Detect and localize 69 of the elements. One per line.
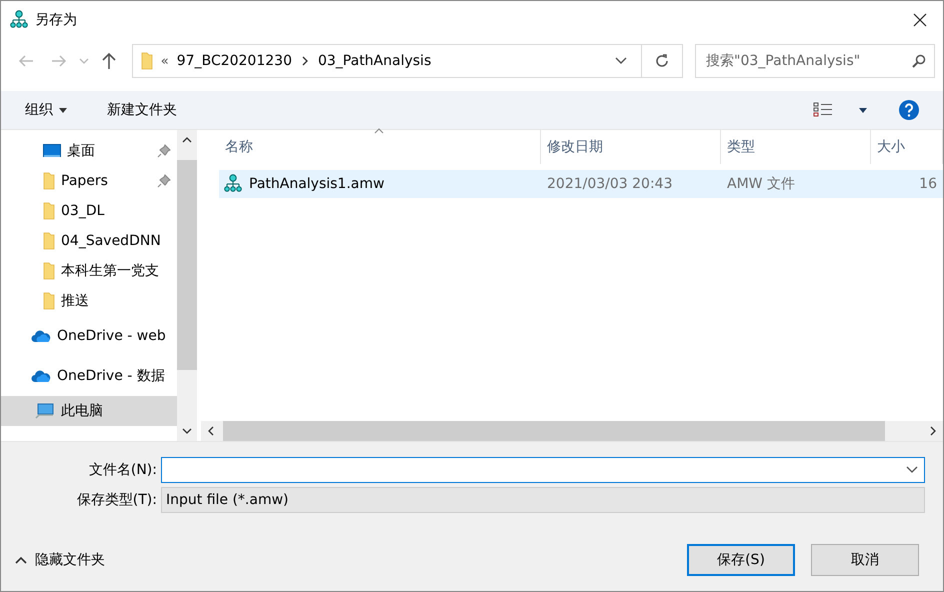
file-icon [223,174,243,194]
file-type: AMW 文件 [726,175,796,193]
dropdown-caret-icon [906,466,918,474]
sidebar-item[interactable]: 桌面 [1,136,177,166]
sidebar-item[interactable]: Papers [1,166,177,196]
sidebar-item[interactable]: 此电脑 [1,396,177,426]
scroll-left-icon [206,426,216,436]
back-arrow-icon [18,54,34,68]
sort-caret-icon [374,128,384,134]
sidebar-scrollbar[interactable] [177,130,197,441]
file-type-label: 保存类型(T): [76,491,158,509]
file-row[interactable]: PathAnalysis1.amw 2021/03/03 20:43 AMW 文件 16 [219,170,943,198]
app-icon [9,10,29,30]
details-view-icon [813,102,833,118]
file-type-dropdown[interactable]: Input file (*.amw) [161,487,925,513]
column-header[interactable]: 大小 [871,130,943,164]
new-folder-button[interactable]: 新建文件夹 [103,99,181,121]
folder-icon [43,292,55,310]
window-title: 另存为 [35,11,77,29]
breadcrumb[interactable]: 97_BC20201230 [176,53,292,69]
dropdown-caret-icon [615,57,628,65]
sidebar-item[interactable]: OneDrive - 数据 [1,356,177,396]
folder-icon [43,232,55,250]
search-icon [912,54,926,68]
desktop-icon [43,144,61,158]
filename-field[interactable] [161,457,925,483]
chevron-down-icon [78,57,89,65]
folder-icon [43,172,55,190]
sidebar-item[interactable]: 推送 [1,286,177,316]
folder-icon [43,202,55,220]
file-size: 16 [918,176,938,192]
sidebar-item[interactable]: OneDrive - web [1,316,177,356]
computer-icon [35,403,55,419]
modified-date: 2021/03/03 20:43 [546,176,674,192]
column-header[interactable]: 修改日期 [541,130,721,164]
cloud-icon [31,329,51,343]
folder-icon [43,262,55,280]
refresh-button[interactable] [642,44,684,78]
up-arrow-icon [102,52,116,70]
close-icon [913,13,927,27]
address-bar[interactable]: « 97_BC20201230 03_PathAnalysis [132,44,642,78]
cloud-icon [31,369,51,383]
overflow-chevron[interactable]: « [160,54,169,68]
file-name: PathAnalysis1.amw [249,176,384,192]
chevron-up-icon [15,556,27,564]
sidebar-item[interactable]: 本科生第一党支 [1,256,177,286]
sidebar-item[interactable]: 04_SavedDNN [1,226,177,256]
column-header[interactable]: 名称 [219,130,541,164]
organize-menu[interactable]: 组织 [21,99,71,121]
column-header[interactable]: 类型 [721,130,871,164]
breadcrumb-separator-icon [300,56,310,66]
forward-arrow-icon [50,54,67,68]
sidebar-item[interactable]: 03_DL [1,196,177,226]
search-field[interactable]: 搜索"03_PathAnalysis" [704,52,912,70]
horizontal-scrollbar[interactable] [201,421,943,441]
cancel-button[interactable]: 取消 [811,544,919,576]
help-icon [899,100,919,120]
caret-icon [59,108,67,112]
scroll-down-icon [182,426,192,436]
scroll-up-icon [182,135,192,145]
hide-folders-toggle[interactable]: 隐藏文件夹 [15,551,105,569]
caret-icon [859,108,867,112]
search-box[interactable]: 搜索"03_PathAnalysis" [695,44,935,78]
refresh-icon [654,53,670,69]
folder-icon [140,52,153,70]
save-button[interactable]: 保存(S) [687,544,795,576]
scroll-right-icon [928,426,938,436]
breadcrumb[interactable]: 03_PathAnalysis [318,53,432,69]
filename-label: 文件名(N): [88,461,158,479]
